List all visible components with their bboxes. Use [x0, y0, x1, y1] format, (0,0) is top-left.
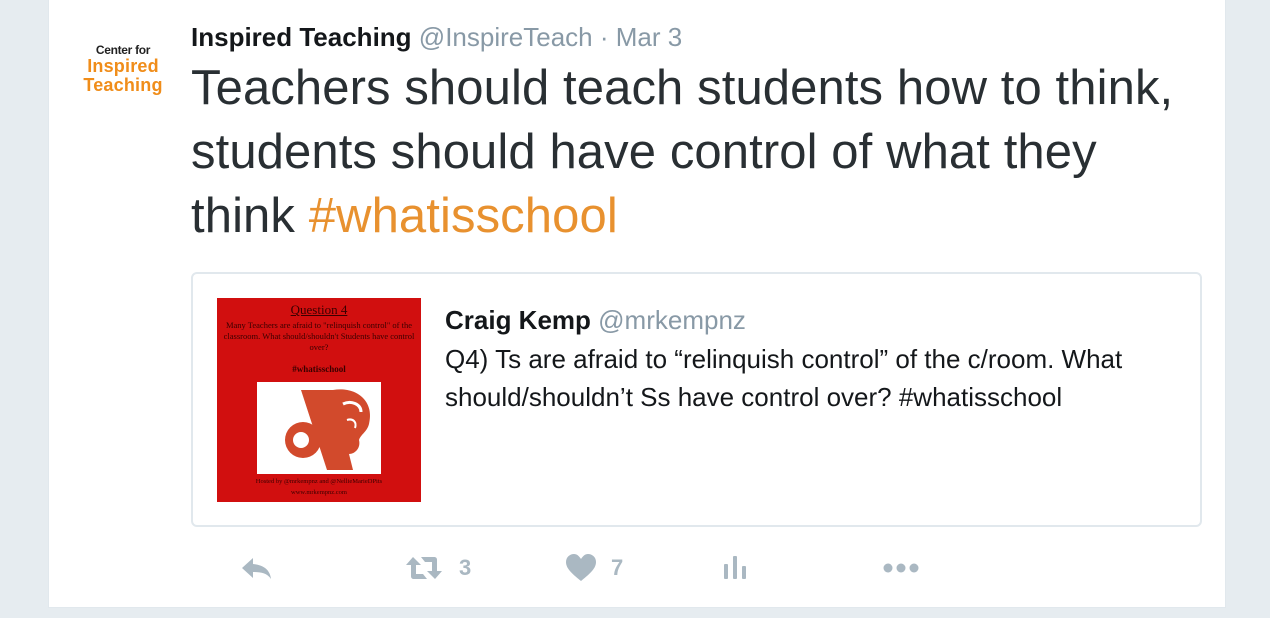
analytics-button[interactable]: [721, 548, 749, 588]
analytics-icon: [724, 556, 746, 579]
whatisschool-logo: [257, 382, 381, 474]
author-handle[interactable]: @InspireTeach: [419, 22, 593, 52]
reply-icon: [242, 558, 271, 579]
image-hashtag: #whatisschool: [292, 364, 346, 374]
image-footer-hosts: Hosted by @mrkempnz and @NellieMarieDPit…: [255, 478, 383, 485]
tweet-card[interactable]: Center for Inspired Teaching Inspired Te…: [48, 0, 1226, 608]
reply-button[interactable]: [239, 548, 275, 588]
tweet-date[interactable]: Mar 3: [616, 22, 682, 52]
avatar[interactable]: Center for Inspired Teaching: [77, 40, 169, 104]
quoted-tweet-text: Q4) Ts are afraid to “relinquish control…: [445, 344, 1123, 412]
more-icon: [883, 563, 919, 573]
image-title: Question 4: [290, 302, 348, 317]
tweet-header: Inspired Teaching @InspireTeach · Mar 3: [191, 20, 682, 54]
image-footer-url: www.mrkempnz.com: [291, 489, 347, 496]
face-logo-graphic: [257, 382, 381, 474]
tweet-actions: 3 7: [191, 548, 1091, 588]
more-button[interactable]: [881, 548, 921, 588]
retweet-count: 3: [459, 555, 472, 580]
like-button[interactable]: 7: [565, 548, 623, 588]
avatar-line1: Center for: [95, 43, 151, 57]
avatar-line2: Inspired: [87, 56, 159, 76]
separator-dot: ·: [599, 22, 609, 52]
retweet-icon: [406, 557, 442, 579]
quoted-author-name[interactable]: Craig Kemp: [445, 305, 591, 335]
like-count: 7: [611, 555, 624, 580]
image-body: Many Teachers are afraid to "relinquish …: [223, 320, 415, 352]
quoted-tweet-image[interactable]: Question 4 Many Teachers are afraid to "…: [217, 298, 421, 502]
avatar-line3: Teaching: [83, 75, 163, 95]
heart-icon: [566, 554, 596, 581]
quoted-author-handle[interactable]: @mrkempnz: [598, 305, 746, 335]
tweet-text: Teachers should teach students how to th…: [191, 56, 1211, 248]
quoted-header: Craig Kemp @mrkempnz: [445, 302, 746, 338]
quoted-tweet[interactable]: Question 4 Many Teachers are afraid to "…: [191, 272, 1202, 527]
author-name[interactable]: Inspired Teaching: [191, 22, 412, 52]
image-footer: Hosted by @mrkempnz and @NellieMarieDPit…: [217, 476, 421, 498]
retweet-button[interactable]: 3: [403, 548, 471, 588]
hashtag-link[interactable]: #whatisschool: [309, 189, 618, 243]
